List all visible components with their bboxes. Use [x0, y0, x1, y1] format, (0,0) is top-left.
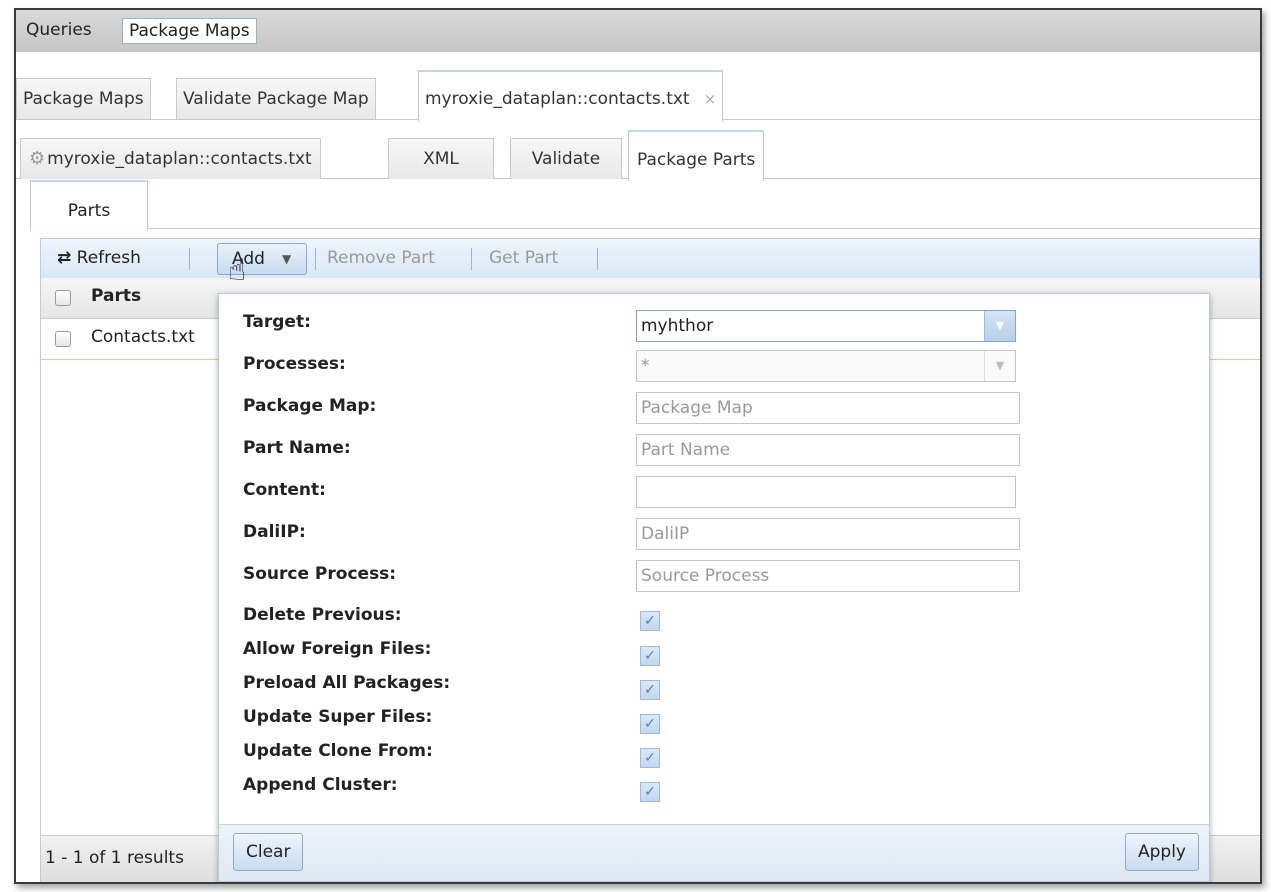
- update-clone-from-label: Update Clone From:: [243, 741, 433, 761]
- tab-xml[interactable]: XML: [388, 138, 494, 179]
- tab-parts[interactable]: Parts: [30, 180, 148, 231]
- update-super-files-checkbox[interactable]: ✓: [640, 714, 660, 734]
- preload-all-packages-label: Preload All Packages:: [243, 673, 451, 693]
- refresh-icon: ⇄: [57, 248, 72, 268]
- processes-label: Processes:: [243, 354, 346, 374]
- results-count: 1 - 1 of 1 results: [45, 848, 184, 868]
- hand-cursor-icon: ☝: [228, 253, 247, 288]
- delete-previous-label: Delete Previous:: [243, 605, 402, 625]
- source-process-input[interactable]: Source Process: [636, 560, 1020, 592]
- gear-icon: ⚙: [29, 148, 46, 169]
- dialog-footer: Clear Apply: [219, 824, 1209, 881]
- tab-label: Validate Package Map: [183, 89, 369, 109]
- close-icon[interactable]: ×: [704, 90, 717, 108]
- tab-validate-package-map[interactable]: Validate Package Map: [176, 78, 376, 119]
- allow-foreign-files-label: Allow Foreign Files:: [243, 639, 432, 659]
- preload-all-packages-checkbox[interactable]: ✓: [640, 680, 660, 700]
- column-header-parts[interactable]: Parts: [91, 286, 141, 306]
- chevron-down-icon[interactable]: ▼: [984, 351, 1015, 381]
- tab-summary[interactable]: ⚙ myroxie_dataplan::contacts.txt: [20, 138, 321, 179]
- content-input[interactable]: [636, 476, 1016, 508]
- row-part-name: Contacts.txt: [91, 327, 195, 347]
- row-checkbox[interactable]: [55, 331, 71, 347]
- target-value: myhthor: [641, 316, 714, 336]
- allow-foreign-files-checkbox[interactable]: ✓: [640, 646, 660, 666]
- tab-bar-level2: ⚙ myroxie_dataplan::contacts.txt XML Vali…: [16, 120, 1260, 181]
- tab-queries[interactable]: Queries: [20, 18, 98, 42]
- content-label: Content:: [243, 480, 326, 500]
- tab-bar-level3: Parts: [16, 180, 1260, 240]
- apply-button[interactable]: Apply: [1125, 833, 1199, 871]
- tab-package-maps-list[interactable]: Package Maps: [16, 78, 151, 119]
- refresh-label: Refresh: [76, 248, 141, 268]
- tab-label: Package Parts: [637, 150, 756, 170]
- target-label: Target:: [243, 312, 311, 332]
- update-super-files-label: Update Super Files:: [243, 707, 433, 727]
- daliip-input[interactable]: DaliIP: [636, 518, 1020, 550]
- toolbar-separator: [315, 248, 316, 270]
- select-all-checkbox[interactable]: [55, 290, 71, 306]
- tab-contacts-file[interactable]: myroxie_dataplan::contacts.txt ×: [418, 70, 724, 122]
- clear-button[interactable]: Clear: [233, 833, 304, 871]
- source-process-label: Source Process:: [243, 564, 397, 584]
- part-name-label: Part Name:: [243, 438, 351, 458]
- chevron-down-icon: ▼: [282, 252, 292, 266]
- target-select[interactable]: myhthor ▼: [636, 310, 1016, 342]
- tab-bar-divider: [30, 228, 1260, 229]
- tab-validate[interactable]: Validate: [510, 138, 622, 179]
- append-cluster-checkbox[interactable]: ✓: [640, 782, 660, 802]
- toolbar: ⇄ Refresh Add ▼ Remove Part Get Part: [40, 238, 1260, 280]
- refresh-button[interactable]: ⇄ Refresh: [57, 247, 141, 269]
- append-cluster-label: Append Cluster:: [243, 775, 398, 795]
- app-window: Queries Package Maps Package Maps Valida…: [14, 8, 1262, 884]
- chevron-down-icon[interactable]: ▼: [984, 311, 1015, 341]
- delete-previous-checkbox[interactable]: ✓: [640, 611, 660, 631]
- processes-select[interactable]: * ▼: [636, 350, 1016, 382]
- package-map-input[interactable]: Package Map: [636, 392, 1020, 424]
- part-name-input[interactable]: Part Name: [636, 434, 1020, 466]
- add-part-dialog: Target: myhthor ▼ Processes: * ▼ Package…: [218, 293, 1210, 882]
- toolbar-separator: [471, 248, 472, 270]
- remove-part-button[interactable]: Remove Part: [327, 247, 435, 269]
- update-clone-from-checkbox[interactable]: ✓: [640, 748, 660, 768]
- tab-package-maps[interactable]: Package Maps: [122, 18, 257, 44]
- get-part-button[interactable]: Get Part: [489, 247, 558, 269]
- toolbar-separator: [189, 248, 190, 270]
- tab-label: Validate: [531, 149, 601, 169]
- top-tab-bar: Queries Package Maps: [16, 10, 1260, 53]
- toolbar-separator: [597, 248, 598, 270]
- tab-label: Package Maps: [23, 89, 144, 109]
- tab-bar-level1: Package Maps Validate Package Map myroxi…: [16, 52, 1260, 122]
- tab-label: XML: [423, 149, 459, 169]
- tab-label: myroxie_dataplan::contacts.txt: [47, 149, 312, 169]
- daliip-label: DaliIP:: [243, 522, 306, 542]
- processes-value: *: [641, 356, 650, 376]
- tab-package-parts[interactable]: Package Parts: [628, 130, 765, 181]
- package-map-label: Package Map:: [243, 396, 377, 416]
- tab-label: myroxie_dataplan::contacts.txt: [425, 89, 690, 109]
